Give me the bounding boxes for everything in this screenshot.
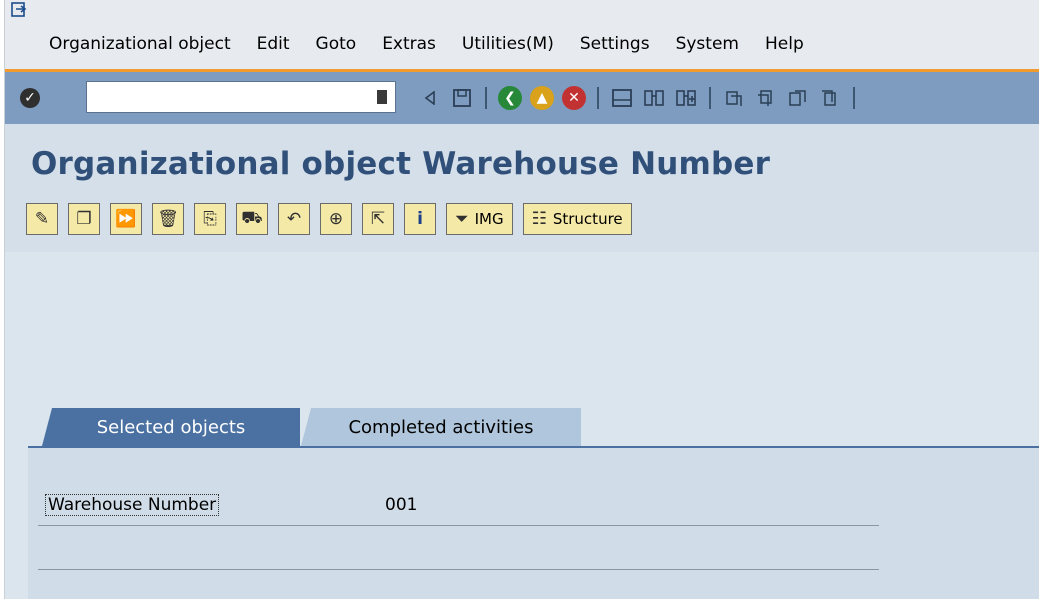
page-title: Organizational object Warehouse Number	[31, 146, 771, 182]
application-toolbar: ✎ ❐ ⏩ 🗑 ⎘ ⛟ ↶ ⊕ ⇱ i ⏷ IMG ☷ Structure	[5, 194, 1039, 252]
standard-toolbar: ✓ ❮ ▲ ✕	[5, 72, 1039, 124]
toolbar-separator	[853, 87, 855, 109]
undo-icon[interactable]: ↶	[278, 203, 310, 235]
row-divider	[38, 569, 879, 570]
dropdown-icon[interactable]	[377, 90, 387, 104]
save-icon[interactable]	[449, 85, 475, 111]
menu-help[interactable]: Help	[765, 34, 804, 64]
check-icon[interactable]: ⊕	[320, 203, 352, 235]
img-button-label: IMG	[474, 210, 504, 228]
menu-items: Organizational object Edit Goto Extras U…	[5, 34, 804, 64]
change-icon[interactable]: ✎	[26, 203, 58, 235]
toolbar-separator	[485, 87, 487, 109]
tab-completed-activities[interactable]: Completed activities	[301, 408, 581, 446]
print-icon[interactable]	[609, 85, 635, 111]
command-field[interactable]	[86, 81, 396, 113]
first-page-icon[interactable]	[721, 85, 747, 111]
tab-selected-objects-label: Selected objects	[96, 417, 246, 438]
last-page-icon[interactable]	[817, 85, 843, 111]
menu-bar: Organizational object Edit Goto Extras U…	[5, 0, 1039, 71]
back-arrow-icon[interactable]	[417, 85, 443, 111]
find-next-icon[interactable]	[673, 85, 699, 111]
warehouse-number-label[interactable]: Warehouse Number	[45, 494, 220, 516]
previous-page-icon[interactable]	[753, 85, 779, 111]
export-icon[interactable]: ⇱	[362, 203, 394, 235]
menu-organizational-object[interactable]: Organizational object	[49, 34, 231, 64]
menu-utilities[interactable]: Utilities(M)	[462, 34, 554, 64]
where-used-icon[interactable]: ⎘	[194, 203, 226, 235]
toolbar-separator	[709, 87, 711, 109]
warehouse-number-value: 001	[385, 495, 418, 515]
title-bar: Organizational object Warehouse Number	[5, 124, 1039, 194]
back-icon[interactable]: ❮	[497, 85, 523, 111]
menu-extras[interactable]: Extras	[382, 34, 436, 64]
menu-system[interactable]: System	[676, 34, 739, 64]
structure-button-label: Structure	[552, 210, 623, 228]
menu-edit[interactable]: Edit	[257, 34, 290, 64]
main-content: Selected objects Completed activities Wa…	[5, 252, 1039, 599]
transport-icon[interactable]: ⛟	[236, 203, 268, 235]
cancel-icon[interactable]: ✕	[561, 85, 587, 111]
toolbar-separator	[597, 87, 599, 109]
img-button[interactable]: ⏷ IMG	[446, 203, 513, 235]
structure-icon: ☷	[531, 209, 547, 229]
delete-icon[interactable]: 🗑	[152, 203, 184, 235]
toolbar-icons: ❮ ▲ ✕	[417, 84, 865, 112]
menu-settings[interactable]: Settings	[580, 34, 650, 64]
find-icon[interactable]	[641, 85, 667, 111]
application-toolbar-buttons: ✎ ❐ ⏩ 🗑 ⎘ ⛟ ↶ ⊕ ⇱ i ⏷ IMG ☷ Structure	[26, 203, 642, 235]
row-divider	[38, 525, 879, 526]
tab-selected-objects[interactable]: Selected objects	[42, 408, 300, 446]
execute-icon[interactable]: ⏩	[110, 203, 142, 235]
system-menu-icon[interactable]	[11, 2, 27, 18]
menu-goto[interactable]: Goto	[316, 34, 357, 64]
info-icon[interactable]: i	[404, 203, 436, 235]
structure-button[interactable]: ☷ Structure	[522, 203, 632, 235]
copy-icon[interactable]: ❐	[68, 203, 100, 235]
tab-completed-activities-label: Completed activities	[348, 417, 534, 438]
enter-icon[interactable]: ✓	[20, 88, 40, 108]
exit-icon[interactable]: ▲	[529, 85, 555, 111]
tab-panel: Warehouse Number 001	[28, 446, 1039, 599]
next-page-icon[interactable]	[785, 85, 811, 111]
filter-icon: ⏷	[455, 209, 469, 229]
